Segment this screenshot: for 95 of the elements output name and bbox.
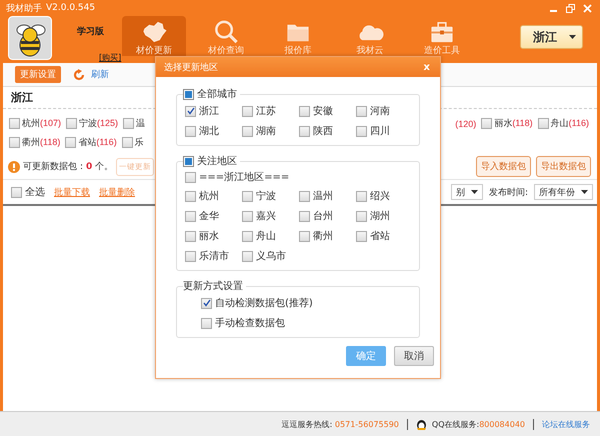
city-label[interactable]: (120) xyxy=(455,118,476,128)
checkbox-label[interactable]: 陕西 xyxy=(313,124,333,138)
checkbox[interactable] xyxy=(356,106,367,116)
checkbox[interactable] xyxy=(185,172,196,182)
buy-link[interactable]: [购买] xyxy=(99,52,122,63)
checkbox[interactable] xyxy=(122,137,133,148)
filter-label: 发布时间: xyxy=(488,186,528,198)
checkbox[interactable] xyxy=(123,118,134,129)
bee-logo-icon xyxy=(8,16,52,60)
region-dropdown[interactable]: 浙江 xyxy=(520,25,583,49)
city-label[interactable]: 舟山(116) xyxy=(550,117,589,130)
checkbox[interactable] xyxy=(242,190,253,202)
checkbox[interactable] xyxy=(538,118,549,129)
caret-icon xyxy=(581,190,588,194)
hotline-text: 逗逗服务热线: 0571-56075590 xyxy=(282,418,399,430)
checkbox-label[interactable]: 乐清市 xyxy=(199,249,229,263)
city-label[interactable]: 乐 xyxy=(134,136,144,149)
checkbox[interactable] xyxy=(9,118,20,129)
checkbox[interactable] xyxy=(356,126,367,136)
city-label[interactable]: 温 xyxy=(136,117,146,130)
checkbox-label[interactable]: 义乌市 xyxy=(256,249,286,263)
dialog-title: 选择更新地区 xyxy=(164,62,218,74)
checkbox-label[interactable]: 全选 xyxy=(25,185,45,199)
checkbox-label[interactable]: 丽水 xyxy=(199,229,219,243)
checkbox[interactable] xyxy=(356,190,367,202)
checkbox-label[interactable]: 自动检测数据包(推荐) xyxy=(215,296,313,310)
city-label[interactable]: 省站(116) xyxy=(78,136,117,149)
checkbox[interactable] xyxy=(242,126,253,136)
checkbox-label[interactable]: 嘉兴 xyxy=(256,209,276,223)
cancel-button[interactable]: 取消 xyxy=(394,346,434,366)
checkbox[interactable] xyxy=(183,156,194,166)
checkbox[interactable] xyxy=(65,137,76,148)
checkbox-label[interactable]: 手动检查数据包 xyxy=(215,316,285,330)
checkbox-label[interactable]: 衢州 xyxy=(313,229,333,243)
window-title: 我材助手 xyxy=(6,2,42,14)
checkbox-label[interactable]: 杭州 xyxy=(199,189,219,203)
close-icon[interactable] xyxy=(583,4,592,12)
filter-dropdown[interactable]: 别 xyxy=(450,184,483,200)
checkbox-label[interactable]: 舟山 xyxy=(256,229,276,243)
city-label[interactable]: 丽水(118) xyxy=(494,117,533,130)
checkbox[interactable] xyxy=(201,298,212,308)
checkbox-label[interactable]: 台州 xyxy=(313,209,333,223)
checkbox-label[interactable]: 湖州 xyxy=(370,209,390,223)
checkbox[interactable] xyxy=(185,250,196,262)
info-icon xyxy=(8,160,20,172)
checkbox[interactable] xyxy=(242,106,253,116)
city-label[interactable]: 杭州(107) xyxy=(22,117,62,130)
edition-label: 学习版 xyxy=(77,26,104,38)
search-icon xyxy=(212,19,240,45)
checkbox[interactable] xyxy=(242,230,253,242)
checkbox-label[interactable]: 绍兴 xyxy=(370,189,390,203)
checkbox-label[interactable]: 金华 xyxy=(199,209,219,223)
refresh-icon[interactable] xyxy=(73,68,85,80)
checkbox[interactable] xyxy=(299,230,310,242)
checkbox[interactable] xyxy=(185,106,196,116)
checkbox[interactable] xyxy=(185,210,196,222)
checkbox[interactable] xyxy=(242,250,253,262)
checkbox-label[interactable]: 湖南 xyxy=(256,124,276,138)
qq-service-text: QQ在线服务:800084040 xyxy=(432,418,525,430)
group-title: 更新方式设置 xyxy=(183,280,243,293)
checkbox-label[interactable]: 温州 xyxy=(313,189,333,203)
package-count-text: 可更新数据包：0 个。 xyxy=(23,160,114,173)
checkbox[interactable] xyxy=(242,210,253,222)
penguin-icon xyxy=(416,418,427,430)
checkbox-label[interactable]: 四川 xyxy=(370,124,390,138)
checkbox[interactable] xyxy=(356,230,367,242)
checkbox[interactable] xyxy=(185,190,196,202)
checkbox-label[interactable]: 省站 xyxy=(370,229,390,243)
checkbox[interactable] xyxy=(201,318,212,328)
checkbox[interactable] xyxy=(481,118,492,129)
checkbox[interactable] xyxy=(11,186,22,198)
checkbox-label[interactable]: 湖北 xyxy=(199,124,219,138)
checkbox[interactable] xyxy=(9,137,20,148)
checkbox[interactable] xyxy=(183,88,194,100)
caret-icon xyxy=(569,35,576,39)
checkbox[interactable] xyxy=(356,210,367,222)
version-label: V2.0.0.545 xyxy=(46,3,96,13)
city-label[interactable]: 宁波(125) xyxy=(79,117,118,130)
checkbox-label[interactable]: 宁波 xyxy=(256,189,276,203)
checkbox[interactable] xyxy=(299,190,310,202)
city-label[interactable]: 衢州(118) xyxy=(22,136,60,149)
refresh-link[interactable]: 刷新 xyxy=(91,68,109,81)
checkbox[interactable] xyxy=(299,106,310,116)
checkbox-label[interactable]: ===浙江地区=== xyxy=(199,170,290,184)
checkbox[interactable] xyxy=(299,210,310,222)
restore-icon[interactable] xyxy=(566,4,575,12)
checkbox[interactable] xyxy=(66,118,78,129)
group-title: 关注地区 xyxy=(197,154,237,168)
caret-icon xyxy=(470,190,478,194)
forum-link[interactable]: 论坛在线服务 xyxy=(542,418,590,430)
group-title: 全部城市 xyxy=(197,88,237,101)
filter-dropdown[interactable]: 所有年份 xyxy=(534,184,593,200)
checkbox[interactable] xyxy=(299,126,310,136)
checkbox[interactable] xyxy=(185,126,196,136)
checkbox[interactable] xyxy=(185,230,196,242)
